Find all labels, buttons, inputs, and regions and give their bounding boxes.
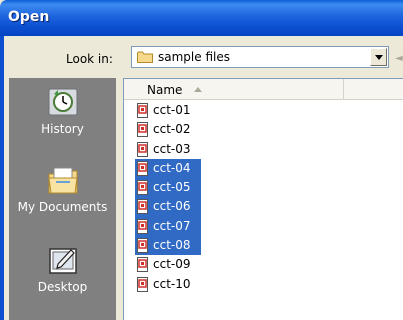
document-icon — [137, 160, 148, 176]
desktop-icon — [48, 248, 77, 274]
document-icon — [137, 122, 148, 138]
dropdown-arrow-button[interactable] — [370, 48, 387, 66]
places-item-my-documents[interactable]: My Documents — [9, 164, 116, 214]
file-rows: cct-01 cct-02 cct-03 cct-04 cct-05 cct-06 cct-… — [135, 101, 201, 294]
places-item-desktop[interactable]: Desktop — [9, 244, 116, 294]
places-bar: History My Documents Desktop — [9, 78, 116, 320]
file-row[interactable]: cct-01 — [135, 101, 201, 120]
file-name: cct-07 — [153, 218, 191, 233]
name-column-label: Name — [147, 83, 183, 97]
file-row[interactable]: cct-05 — [135, 178, 201, 198]
folder-icon — [137, 51, 153, 63]
window-frame-left — [0, 36, 4, 320]
file-name: cct-10 — [153, 276, 191, 291]
document-icon — [137, 218, 148, 234]
name-column-header[interactable]: Name — [124, 79, 344, 99]
file-list-header: Name — [124, 79, 403, 100]
file-row[interactable]: cct-09 — [135, 255, 201, 274]
document-icon — [137, 199, 148, 215]
history-icon — [48, 88, 77, 116]
file-name: cct-09 — [153, 257, 191, 272]
file-name: cct-01 — [153, 103, 191, 117]
document-icon — [137, 180, 148, 196]
document-icon — [137, 276, 148, 292]
look-in-value: sample files — [158, 50, 230, 64]
file-name: cct-08 — [153, 238, 191, 253]
my-documents-icon — [47, 167, 78, 194]
window-title: Open — [8, 9, 50, 25]
places-item-history[interactable]: History — [9, 86, 116, 136]
file-name: cct-05 — [153, 180, 191, 195]
file-row[interactable]: cct-02 — [135, 120, 201, 139]
document-icon — [137, 103, 148, 118]
document-icon — [137, 257, 148, 273]
document-icon — [137, 238, 148, 254]
title-bar[interactable]: Open — [0, 0, 403, 36]
file-row[interactable]: cct-07 — [135, 216, 201, 237]
file-row[interactable]: cct-04 — [135, 158, 201, 179]
file-row[interactable]: cct-03 — [135, 140, 201, 159]
sort-ascending-icon — [194, 87, 202, 92]
look-in-label: Look in: — [66, 52, 113, 66]
my-documents-label: My Documents — [17, 200, 108, 214]
file-name: cct-04 — [153, 160, 191, 175]
history-label: History — [41, 122, 84, 136]
document-icon — [137, 141, 148, 157]
back-icon[interactable]: ◄ — [395, 53, 403, 64]
file-row[interactable]: cct-06 — [135, 197, 201, 217]
desktop-label: Desktop — [37, 280, 88, 294]
file-name: cct-02 — [153, 122, 191, 137]
file-list[interactable]: Name cct-01 cct-02 cct-03 cct-04 cct-05 cct-0… — [123, 78, 403, 320]
file-name: cct-03 — [153, 141, 191, 156]
look-in-dropdown[interactable]: sample files — [131, 46, 389, 68]
file-row[interactable]: cct-10 — [135, 275, 201, 294]
file-name: cct-06 — [153, 199, 191, 214]
file-row[interactable]: cct-08 — [135, 236, 201, 256]
